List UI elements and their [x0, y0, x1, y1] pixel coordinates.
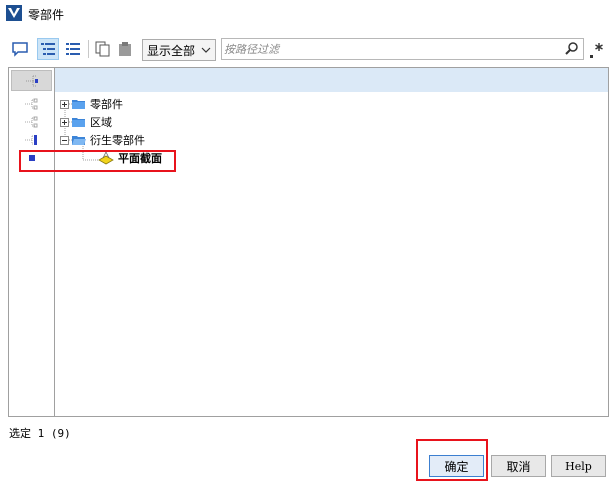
search-icon[interactable]: [564, 41, 580, 57]
component-tree-panel: 零部件 区域 衍生零部件 平面截面: [8, 67, 609, 417]
help-button[interactable]: Help: [551, 455, 606, 477]
gutter-node-icon[interactable]: [24, 116, 38, 128]
gutter-node-icon[interactable]: [24, 134, 38, 146]
tree-item-label: 衍生零部件: [90, 134, 145, 147]
folder-icon: [72, 99, 85, 109]
tree-item-components[interactable]: 零部件: [60, 95, 123, 113]
hierarchy-icon: [26, 75, 38, 87]
app-logo-icon: [6, 5, 22, 21]
path-filter-field[interactable]: [221, 38, 584, 60]
list-view-icon: [66, 43, 80, 55]
comment-button[interactable]: [9, 38, 31, 60]
cancel-button[interactable]: 取消: [491, 455, 546, 477]
expand-icon[interactable]: [60, 99, 69, 109]
copy-button[interactable]: [92, 38, 114, 60]
toolbar: 显示全部: [0, 34, 614, 64]
selection-status: 选定 1 (9): [9, 427, 71, 440]
path-filter-input[interactable]: [224, 41, 560, 57]
title-bar: 零部件: [0, 0, 614, 28]
tree-header: [55, 68, 608, 92]
tree-item-regions[interactable]: 区域: [60, 113, 112, 131]
comment-icon: [12, 42, 28, 57]
toolbar-separator: [88, 40, 89, 58]
tree-item-label: 零部件: [90, 98, 123, 111]
wildcard-icon[interactable]: [587, 40, 607, 60]
display-filter-value: 显示全部: [147, 43, 196, 58]
gutter-header[interactable]: [11, 70, 52, 91]
list-view-button[interactable]: [62, 38, 84, 60]
tree-item-label: 区域: [90, 116, 112, 129]
selection-gutter: [9, 68, 55, 416]
paste-button[interactable]: [114, 38, 136, 60]
window-title: 零部件: [28, 8, 65, 22]
folder-open-icon: [72, 135, 86, 145]
tree-view-button[interactable]: [37, 38, 59, 60]
folder-icon: [72, 117, 85, 127]
display-filter-select[interactable]: 显示全部: [142, 39, 216, 61]
paste-icon: [119, 42, 131, 56]
expand-icon[interactable]: [60, 117, 69, 127]
tree-item-derived-parts[interactable]: 衍生零部件: [60, 131, 145, 149]
highlight-box: [19, 150, 176, 172]
copy-icon: [95, 41, 110, 57]
gutter-node-icon[interactable]: [24, 98, 38, 110]
ok-button[interactable]: 确定: [429, 455, 484, 477]
chevron-down-icon: [201, 47, 211, 53]
collapse-icon[interactable]: [60, 135, 69, 145]
tree-view-icon: [41, 43, 55, 55]
